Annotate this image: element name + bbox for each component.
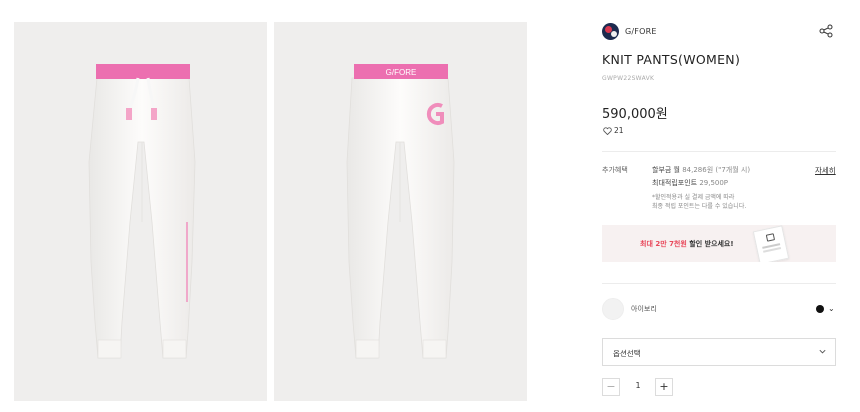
discount-promo-banner[interactable]: 최대 2만 7천원 할인 받으세요! (602, 225, 836, 262)
option-select-label: 옵션선택 (613, 349, 641, 358)
waistband-logo-text: G/FORE (386, 68, 417, 77)
share-icon[interactable] (819, 24, 833, 38)
product-code: GWPW22SWAVK (602, 75, 655, 82)
coupon-card-icon (752, 225, 790, 262)
divider (602, 283, 836, 284)
brand-row[interactable]: G/FORE (602, 23, 657, 40)
quantity-plus-button[interactable]: + (655, 378, 673, 396)
benefit-note-line2: 최종 적립 포인트는 다를 수 있습니다. (652, 203, 747, 210)
installment-info: 할부금 월 84,286원 ("7개월 시) (652, 165, 750, 175)
benefit-detail-link[interactable]: 자세히 (815, 165, 836, 176)
option-select-dropdown[interactable]: 옵션선택 (602, 338, 836, 366)
product-image-front[interactable] (14, 22, 267, 401)
color-swatch-thumbnail[interactable] (602, 298, 624, 320)
chevron-down-icon[interactable]: ⌄ (828, 304, 835, 313)
pants-front-illustration (88, 64, 196, 359)
color-option-row[interactable]: 아이보리 ⌄ (602, 298, 836, 320)
quantity-minus-button[interactable]: − (602, 378, 620, 396)
promo-highlight: 최대 2만 7천원 (640, 240, 687, 248)
color-dot-icon[interactable] (816, 305, 824, 313)
like-button[interactable]: 21 (603, 126, 624, 135)
product-title: KNIT PANTS(WOMEN) (602, 52, 741, 67)
heart-icon (603, 126, 612, 135)
chevron-down-icon (819, 349, 826, 354)
promo-text: 최대 2만 7천원 할인 받으세요! (640, 239, 734, 249)
divider (602, 151, 836, 152)
installment-prefix: 할부금 월 (652, 166, 680, 174)
like-count: 21 (614, 126, 624, 135)
pants-back-illustration: G/FORE (346, 64, 455, 359)
benefit-label: 추가혜택 (602, 166, 628, 174)
points-prefix: 최대적립포인트 (652, 179, 698, 187)
product-page: G/FORE G/FORE KNIT PANTS(WOMEN) GWPW22SW… (0, 0, 860, 412)
promo-message: 할인 받으세요! (686, 240, 734, 248)
brand-name: G/FORE (625, 27, 657, 36)
brand-logo-icon (602, 23, 619, 40)
product-image-back[interactable]: G/FORE (274, 22, 527, 401)
product-price: 590,000원 (602, 107, 668, 122)
quantity-value[interactable]: 1 (630, 381, 646, 390)
benefit-note-line1: *할인적용과 실 결제 금액에 따라 (652, 194, 735, 201)
installment-amount: 84,286원 ("7개월 시) (680, 166, 751, 174)
color-name: 아이보리 (631, 305, 657, 313)
points-info: 최대적립포인트 29,500P (652, 178, 728, 188)
points-amount: 29,500P (697, 179, 729, 187)
